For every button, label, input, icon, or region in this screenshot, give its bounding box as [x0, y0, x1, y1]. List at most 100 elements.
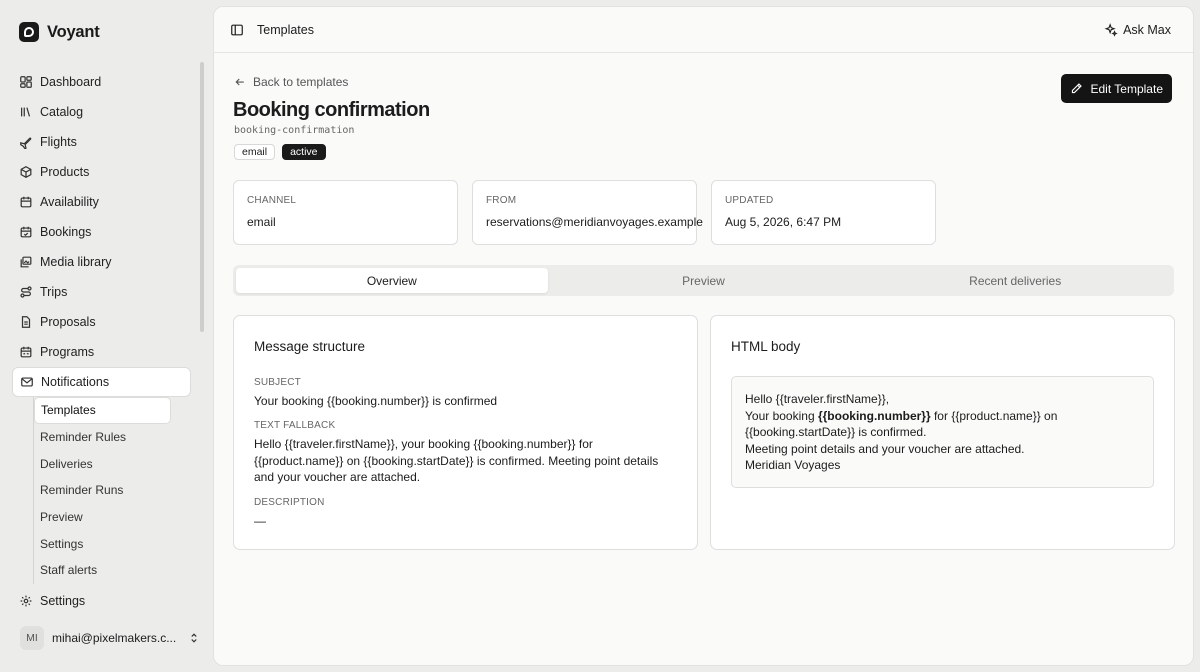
edit-template-button[interactable]: Edit Template [1060, 74, 1172, 103]
calendar-check-icon [20, 226, 32, 238]
sidebar-item-label: Availability [40, 195, 99, 209]
sidebar-toggle-icon[interactable] [230, 23, 244, 37]
sidebar-item-label: Media library [40, 255, 112, 269]
html-line: Your booking {{booking.number}} for {{pr… [745, 408, 1140, 441]
calendar-icon [20, 196, 32, 208]
submenu-item-staff-alerts[interactable]: Staff alerts [34, 557, 191, 584]
sidebar-item-notifications[interactable]: Notifications [12, 367, 191, 397]
package-icon [20, 166, 32, 178]
status-badge: active [282, 144, 326, 160]
submenu-item-preview[interactable]: Preview [34, 504, 191, 531]
tab-preview[interactable]: Preview [548, 268, 860, 293]
channel-badge: email [234, 144, 276, 160]
sidebar-item-proposals[interactable]: Proposals [12, 307, 191, 337]
tab-overview[interactable]: Overview [236, 268, 548, 293]
submenu-item-settings[interactable]: Settings [34, 530, 191, 557]
sidebar-item-media-library[interactable]: Media library [12, 247, 191, 277]
sidebar-item-label: Programs [40, 345, 95, 359]
panel-title: Message structure [254, 339, 366, 354]
sidebar-item-label: Proposals [40, 315, 96, 329]
sidebar-item-label: Catalog [40, 105, 84, 119]
updated-value: Aug 5, 2026, 6:47 PM [725, 215, 842, 229]
fallback-label: TEXT FALLBACK [254, 420, 336, 431]
tag-list: email active [234, 144, 326, 160]
channel-card: CHANNEL email [233, 180, 458, 245]
sidebar-scrollbar[interactable] [200, 62, 204, 332]
sidebar-item-label: Trips [40, 285, 68, 299]
sidebar-item-label: Bookings [40, 225, 92, 239]
sidebar-item-catalog[interactable]: Catalog [12, 97, 191, 127]
voyant-logo-icon [19, 22, 39, 42]
panel-title: HTML body [731, 339, 801, 354]
sidebar-item-label: Flights [40, 135, 77, 149]
sidebar-item-bookings[interactable]: Bookings [12, 217, 191, 247]
sidebar-item-label: Notifications [41, 375, 110, 389]
submenu-item-templates[interactable]: Templates [34, 397, 171, 424]
subject-value: Your booking {{booking.number}} is confi… [254, 394, 498, 408]
fallback-value: Hello {{traveler.firstName}}, your booki… [254, 437, 659, 484]
chevrons-up-down-icon [191, 633, 197, 643]
sidebar-item-dashboard[interactable]: Dashboard [12, 67, 191, 97]
message-structure-panel: Message structure SUBJECT Your booking {… [233, 315, 698, 550]
user-email: mihai@pixelmakers.c... [52, 631, 177, 645]
sparkles-icon [1104, 22, 1118, 37]
sidebar-item-label: Products [40, 165, 90, 179]
sidebar-item-label: Dashboard [40, 75, 102, 89]
calendar-range-icon [20, 346, 32, 358]
channel-value: email [247, 215, 276, 229]
images-icon [20, 256, 32, 268]
sidebar-item-availability[interactable]: Availability [12, 187, 191, 217]
breadcrumb: Templates [257, 22, 314, 37]
back-link[interactable]: Back to templates [234, 75, 348, 89]
sidebar-item-programs[interactable]: Programs [12, 337, 191, 367]
dashboard-icon [20, 76, 32, 88]
topbar: Templates Ask Max [214, 7, 1193, 53]
description-value: — [254, 514, 266, 528]
route-icon [20, 286, 32, 298]
ask-max-button[interactable]: Ask Max [1104, 23, 1171, 37]
html-line: Hello {{traveler.firstName}}, [745, 392, 890, 406]
sidebar-item-settings[interactable]: Settings [12, 586, 191, 616]
subject-label: SUBJECT [254, 377, 301, 388]
description-field: DESCRIPTION — [254, 497, 679, 530]
sidebar-item-trips[interactable]: Trips [12, 277, 191, 307]
brand[interactable]: Voyant [19, 22, 100, 42]
html-line: Meeting point details and your voucher a… [745, 441, 1025, 456]
html-bold-text: {{booking.number}} [817, 408, 931, 423]
from-label: FROM [486, 195, 517, 206]
arrow-left-icon [235, 78, 244, 86]
updated-card: UPDATED Aug 5, 2026, 6:47 PM [711, 180, 936, 245]
gear-icon [20, 595, 32, 607]
back-label: Back to templates [253, 75, 349, 89]
library-icon [21, 107, 31, 117]
sidebar-nav: Dashboard Catalog Flights Products Avail… [12, 67, 191, 616]
user-menu[interactable]: MI mihai@pixelmakers.c... [20, 626, 200, 650]
html-body-panel: HTML body Hello {{traveler.firstName}}, … [710, 315, 1175, 550]
tab-recent-deliveries[interactable]: Recent deliveries [859, 268, 1171, 293]
plane-icon [20, 137, 32, 149]
file-text-icon [21, 316, 31, 328]
main-panel: Templates Ask Max Back to templates Book… [213, 6, 1194, 666]
subject-field: SUBJECT Your booking {{booking.number}} … [254, 377, 679, 410]
submenu-item-deliveries[interactable]: Deliveries [34, 450, 191, 477]
html-text: Your booking [745, 408, 818, 423]
sidebar-item-label: Settings [40, 593, 86, 608]
html-body-preview: Hello {{traveler.firstName}}, Your booki… [731, 376, 1154, 488]
updated-label: UPDATED [725, 195, 774, 206]
html-line: Meridian Voyages [745, 458, 841, 473]
edit-template-label: Edit Template [1090, 81, 1164, 96]
from-value: reservations@meridianvoyages.example [486, 215, 703, 229]
mail-icon [21, 377, 33, 387]
from-card: FROM reservations@meridianvoyages.exampl… [472, 180, 703, 245]
channel-label: CHANNEL [247, 195, 297, 206]
sidebar-item-products[interactable]: Products [12, 157, 191, 187]
submenu-item-reminder-rules[interactable]: Reminder Rules [34, 424, 191, 451]
sidebar: Voyant Dashboard Catalog Flights Product… [0, 0, 213, 672]
pencil-icon [1071, 83, 1082, 94]
fallback-field: TEXT FALLBACK Hello {{traveler.firstName… [254, 420, 679, 486]
sidebar-item-flights[interactable]: Flights [12, 127, 191, 157]
avatar: MI [20, 626, 44, 650]
ask-max-label: Ask Max [1123, 22, 1171, 37]
page-title: Booking confirmation [233, 99, 430, 121]
submenu-item-reminder-runs[interactable]: Reminder Runs [34, 477, 191, 504]
